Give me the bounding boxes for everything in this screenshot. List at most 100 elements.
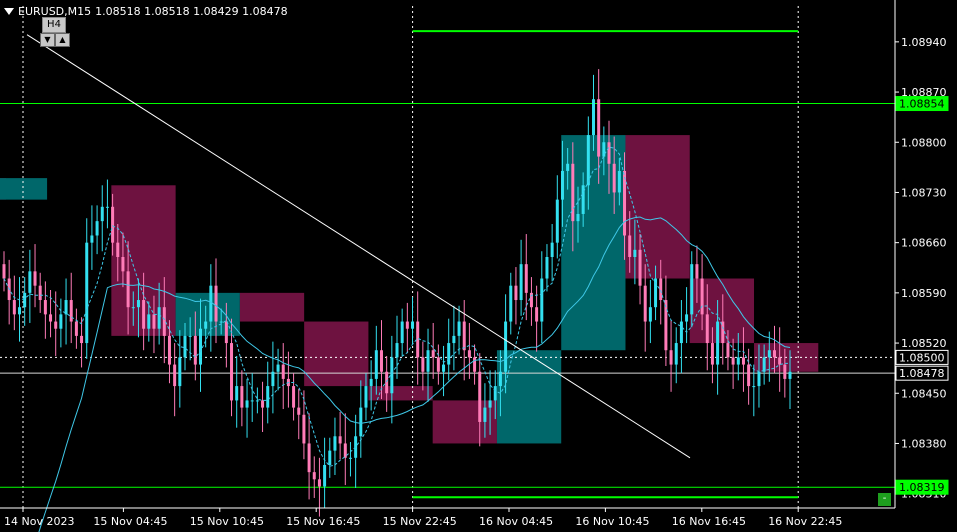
candle (12, 275, 16, 331)
candle-body (721, 321, 725, 344)
candle-body (261, 400, 265, 408)
candle (240, 370, 244, 427)
y-tick-label: 1.08730 (901, 186, 947, 199)
candle-body (447, 343, 451, 365)
x-tick-label: 16 Nov 04:45 (479, 515, 553, 528)
menu-triangle-icon[interactable] (4, 8, 14, 15)
candle-body (617, 170, 621, 193)
candle-body (612, 163, 616, 193)
price-label: 1.08319 (899, 481, 945, 494)
candle-body (28, 271, 32, 293)
y-tick-label: 1.08520 (901, 337, 947, 350)
candle (674, 327, 678, 384)
candle-body (566, 163, 570, 171)
h4-box (432, 400, 497, 444)
h4-box (0, 178, 48, 200)
candle-body (204, 321, 208, 329)
candle-body (54, 321, 58, 329)
candle-body (385, 371, 389, 394)
candle-body (152, 314, 156, 329)
candle (550, 224, 554, 282)
candle-body (592, 99, 595, 136)
candle-body (752, 386, 756, 388)
candle-body (323, 464, 327, 487)
candle (276, 348, 280, 391)
candle-body (762, 357, 766, 372)
candle-body (224, 321, 228, 344)
candle (245, 378, 249, 438)
candle-body (705, 314, 709, 344)
x-tick-label: 15 Nov 10:45 (190, 515, 264, 528)
candle (648, 279, 652, 344)
candle (385, 355, 389, 412)
candle-body (338, 436, 342, 444)
y-tick-label: 1.08940 (901, 36, 947, 49)
candle-body (178, 357, 182, 387)
candle (519, 239, 523, 316)
candle-body (255, 400, 259, 402)
candle-body (43, 300, 47, 315)
x-tick-label: 15 Nov 04:45 (93, 515, 167, 528)
candle-body (240, 386, 244, 408)
candle (292, 373, 296, 421)
candle (18, 277, 22, 342)
candle-body (38, 285, 42, 301)
candle-body (147, 314, 151, 329)
candle-body (504, 321, 508, 372)
candle (297, 388, 301, 440)
h4-box (239, 292, 305, 322)
candle-body (292, 386, 296, 408)
candle-body (498, 371, 502, 387)
candle (447, 318, 451, 381)
timeframe-label: H4 (42, 17, 66, 33)
candle-body (411, 321, 415, 329)
candle (555, 175, 559, 259)
candle-body (716, 321, 720, 365)
timeframe-down-button[interactable]: ▼ (40, 33, 55, 47)
candle (69, 272, 73, 344)
candle (43, 281, 47, 339)
candle-body (741, 357, 745, 365)
candle-body (343, 443, 347, 458)
candle-body (690, 264, 694, 315)
candle-body (271, 371, 275, 387)
candle-body (457, 321, 461, 336)
h4-box (304, 321, 369, 387)
candle-body (69, 300, 73, 322)
candle (421, 341, 425, 391)
candle (545, 244, 549, 292)
candle-body (597, 99, 601, 157)
ohlc-values: 1.08518 1.08518 1.08429 1.08478 (95, 5, 288, 18)
timeframe-up-button[interactable]: ▲ (55, 33, 70, 47)
candle-body (80, 335, 84, 344)
candle-body (266, 386, 270, 408)
candle (312, 456, 316, 498)
candle-body (674, 343, 678, 365)
candle-body (462, 321, 466, 351)
collapse-button[interactable]: - (878, 493, 891, 506)
candle-body (395, 343, 399, 358)
candle (100, 185, 104, 252)
candle-body (679, 321, 683, 344)
candle-body (390, 357, 394, 394)
candle (302, 390, 306, 460)
candle-body (436, 357, 440, 372)
candle (209, 264, 213, 352)
price-chart[interactable]: 1.089401.088701.088001.087301.086601.085… (0, 0, 957, 532)
candle-body (188, 335, 192, 337)
candle-body (400, 321, 404, 344)
x-tick-label: 16 Nov 22:45 (768, 515, 842, 528)
candle (64, 278, 68, 345)
candle-body (312, 472, 316, 480)
candle (467, 322, 471, 379)
candle (271, 341, 275, 414)
candle-body (467, 350, 471, 358)
candle-body (576, 213, 580, 222)
candle-body (767, 350, 771, 358)
candle (679, 300, 683, 374)
candle (354, 414, 358, 488)
x-tick-label: 15 Nov 16:45 (286, 515, 360, 528)
candle-body (126, 271, 130, 308)
candle (374, 325, 378, 395)
candle-body (49, 314, 53, 322)
